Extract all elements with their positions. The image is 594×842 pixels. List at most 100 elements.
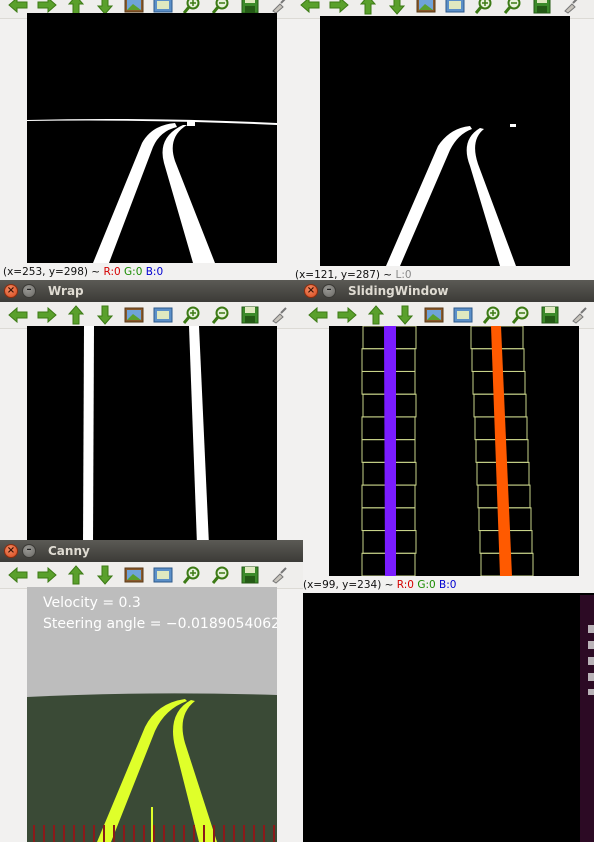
arrow-right-icon[interactable] bbox=[36, 304, 58, 326]
tick-mark bbox=[113, 825, 115, 842]
toolbar bbox=[300, 302, 594, 329]
zoom-in-icon[interactable] bbox=[181, 304, 203, 326]
save-icon[interactable] bbox=[239, 564, 261, 586]
arrow-right-icon[interactable] bbox=[336, 304, 358, 326]
sliding-window-image[interactable] bbox=[329, 326, 579, 576]
tick-mark bbox=[53, 825, 55, 842]
status-bar: (x=99, y=234) ~ R:0 G:0 B:0 bbox=[303, 579, 457, 591]
terminal-edge bbox=[580, 595, 594, 842]
arrow-right-icon[interactable] bbox=[36, 564, 58, 586]
status-bar: (x=253, y=298) ~ R:0 G:0 B:0 bbox=[3, 266, 164, 278]
zoom-in-icon[interactable] bbox=[481, 304, 503, 326]
arrow-up-icon[interactable] bbox=[65, 304, 87, 326]
tick-mark bbox=[163, 825, 165, 842]
arrow-down-icon[interactable] bbox=[394, 304, 416, 326]
save-image-icon[interactable] bbox=[444, 0, 466, 16]
arrow-down-icon[interactable] bbox=[94, 304, 116, 326]
sliding-window-svg bbox=[361, 326, 534, 576]
close-icon[interactable]: × bbox=[4, 284, 18, 298]
tick-mark bbox=[193, 825, 195, 842]
toolbar bbox=[0, 302, 300, 329]
close-icon[interactable]: × bbox=[304, 284, 318, 298]
tick-mark bbox=[253, 825, 255, 842]
titlebar: × – SlidingWindow bbox=[300, 280, 594, 302]
zoom-out-icon[interactable] bbox=[510, 304, 532, 326]
tick-mark bbox=[243, 825, 245, 842]
minimize-icon[interactable]: – bbox=[22, 284, 36, 298]
zoom-out-icon[interactable] bbox=[210, 564, 232, 586]
lane-mask-image[interactable] bbox=[27, 13, 277, 263]
arrow-up-icon[interactable] bbox=[365, 304, 387, 326]
minimize-icon[interactable]: – bbox=[322, 284, 336, 298]
tick-mark bbox=[183, 825, 185, 842]
clear-icon[interactable] bbox=[568, 304, 590, 326]
tick-mark bbox=[83, 825, 85, 842]
save-image-icon[interactable] bbox=[152, 564, 174, 586]
image-icon[interactable] bbox=[423, 304, 445, 326]
zoom-out-icon[interactable] bbox=[502, 0, 524, 16]
camera-view-image[interactable]: Velocity = 0.3 Steering angle = −0.01890… bbox=[27, 587, 277, 842]
clear-icon[interactable] bbox=[268, 564, 290, 586]
tick-mark bbox=[213, 825, 215, 842]
save-image-icon[interactable] bbox=[452, 304, 474, 326]
lane-edges-image[interactable] bbox=[320, 16, 570, 266]
window-wrap: × – Wrap bbox=[0, 280, 300, 545]
tick-mark bbox=[73, 825, 75, 842]
tick-mark bbox=[263, 825, 265, 842]
tick-mark bbox=[143, 825, 145, 842]
tick-mark bbox=[273, 825, 275, 842]
tick-mark bbox=[93, 825, 95, 842]
window-sliding-window: × – SlidingWindow (x=99, y=234) ~ R:0 G:… bbox=[300, 280, 594, 593]
toolbar bbox=[0, 562, 303, 589]
tick-mark bbox=[173, 825, 175, 842]
tick-mark bbox=[133, 825, 135, 842]
arrow-left-icon[interactable] bbox=[299, 0, 321, 16]
arrow-up-icon[interactable] bbox=[65, 564, 87, 586]
arrow-up-icon[interactable] bbox=[357, 0, 379, 16]
right-lane-fill bbox=[491, 326, 512, 576]
arrow-left-icon[interactable] bbox=[7, 564, 29, 586]
tick-mark bbox=[103, 825, 105, 842]
titlebar: × – Wrap bbox=[0, 280, 300, 302]
image-icon[interactable] bbox=[123, 564, 145, 586]
arrow-down-icon[interactable] bbox=[94, 564, 116, 586]
zoom-in-icon[interactable] bbox=[473, 0, 495, 16]
save-icon[interactable] bbox=[539, 304, 561, 326]
titlebar: × – Canny bbox=[0, 540, 303, 562]
clear-icon[interactable] bbox=[560, 0, 582, 16]
arrow-left-icon[interactable] bbox=[307, 304, 329, 326]
window-top-right: (x=121, y=287) ~ L:0 bbox=[292, 0, 594, 280]
tick-mark bbox=[43, 825, 45, 842]
image-icon[interactable] bbox=[123, 304, 145, 326]
zoom-in-icon[interactable] bbox=[181, 564, 203, 586]
tick-mark bbox=[63, 825, 65, 842]
status-bar: (x=121, y=287) ~ L:0 bbox=[295, 269, 412, 280]
velocity-text: Velocity = 0.3 bbox=[43, 595, 141, 611]
window-title: Wrap bbox=[48, 284, 84, 298]
tick-mark bbox=[223, 825, 225, 842]
save-icon[interactable] bbox=[239, 304, 261, 326]
save-image-icon[interactable] bbox=[152, 304, 174, 326]
tick-mark bbox=[203, 825, 205, 842]
window-title: Canny bbox=[48, 544, 90, 558]
tick-mark bbox=[153, 825, 155, 842]
arrow-down-icon[interactable] bbox=[386, 0, 408, 16]
tick-mark bbox=[123, 825, 125, 842]
close-icon[interactable]: × bbox=[4, 544, 18, 558]
window-top-left: (x=253, y=298) ~ R:0 G:0 B:0 bbox=[0, 0, 292, 280]
tick-mark bbox=[33, 825, 35, 842]
save-icon[interactable] bbox=[531, 0, 553, 16]
left-lane-fill bbox=[384, 326, 396, 576]
arrow-left-icon[interactable] bbox=[7, 0, 29, 16]
arrow-right-icon[interactable] bbox=[328, 0, 350, 16]
window-title: SlidingWindow bbox=[348, 284, 449, 298]
image-icon[interactable] bbox=[415, 0, 437, 16]
window-canny: × – Canny Velocity = 0.3 Steering angle … bbox=[0, 540, 303, 842]
birds-eye-image[interactable] bbox=[27, 326, 277, 545]
minimize-icon[interactable]: – bbox=[22, 544, 36, 558]
tick-mark bbox=[233, 825, 235, 842]
zoom-out-icon[interactable] bbox=[210, 304, 232, 326]
terminal-text-fragment bbox=[588, 625, 594, 695]
clear-icon[interactable] bbox=[268, 304, 290, 326]
arrow-left-icon[interactable] bbox=[7, 304, 29, 326]
